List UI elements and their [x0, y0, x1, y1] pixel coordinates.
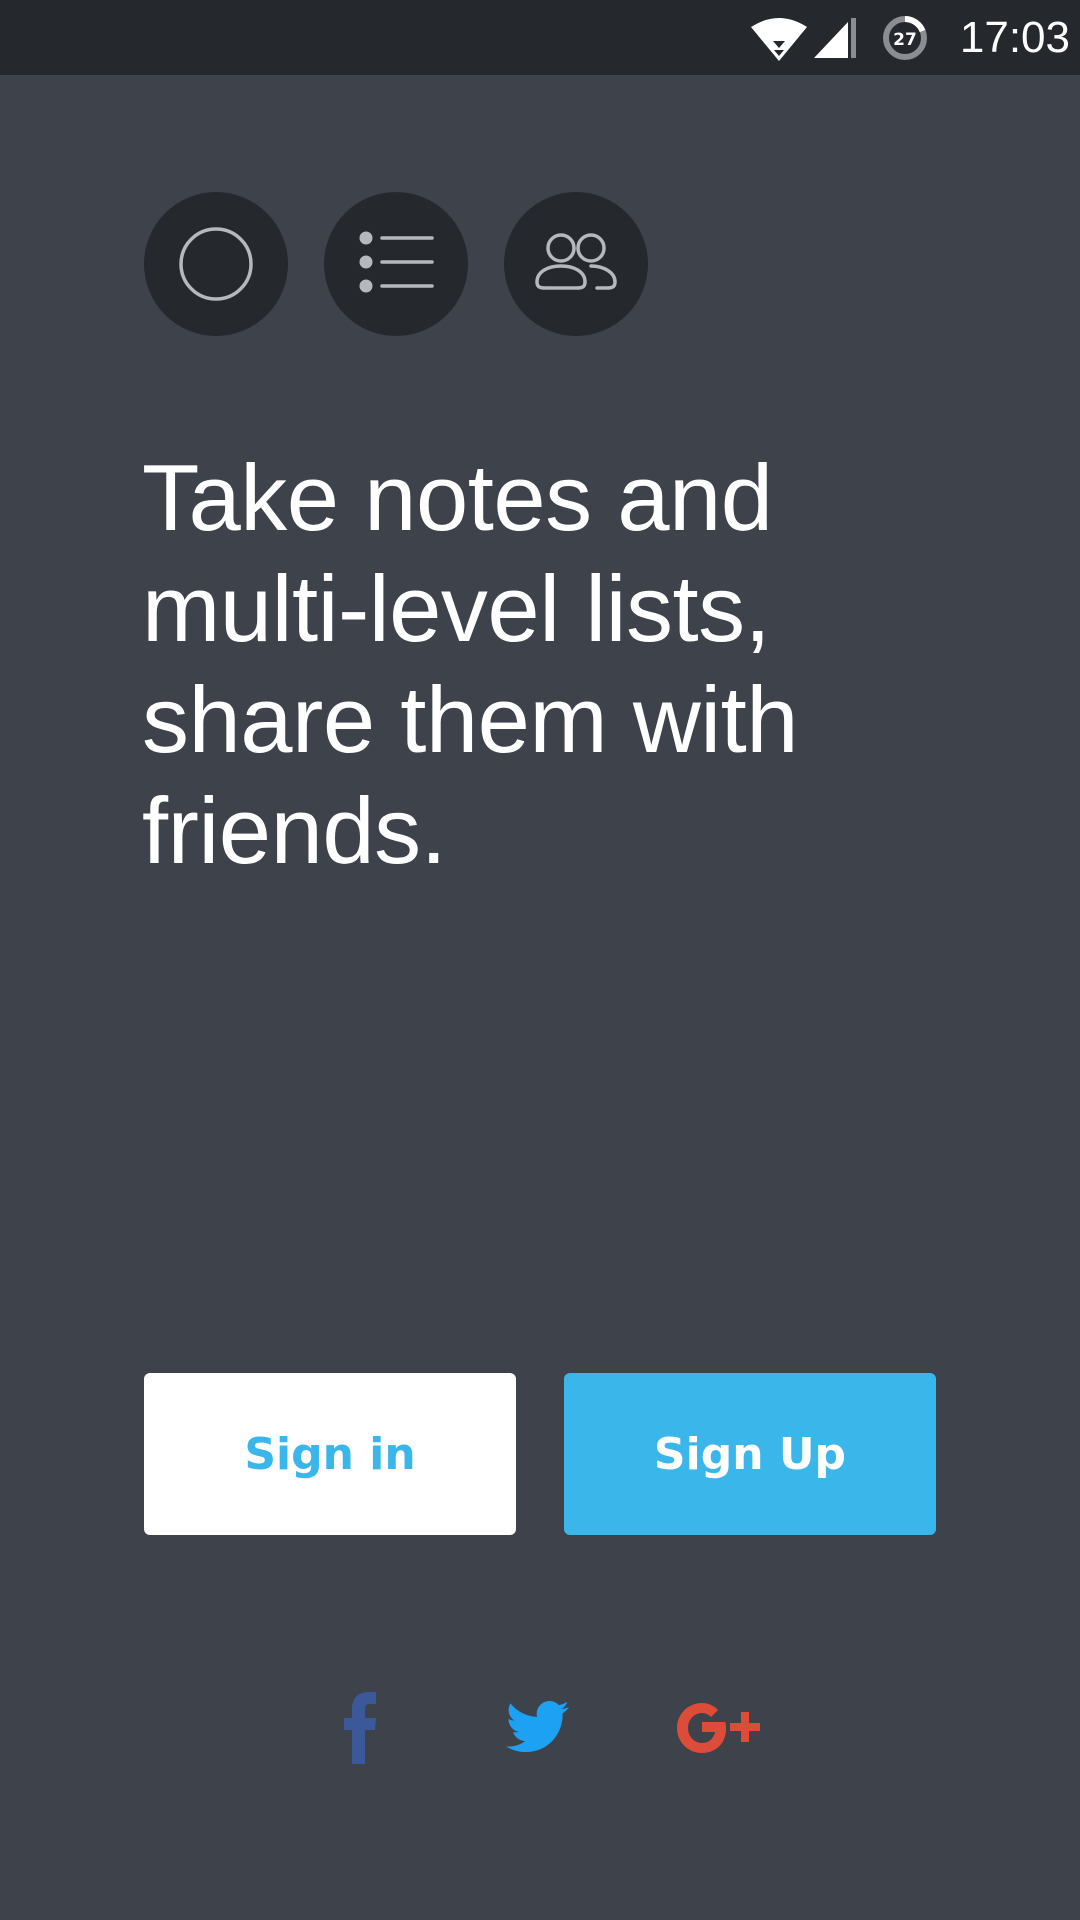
headline: Take notes and multi-level lists, share …	[142, 445, 799, 883]
google-plus-login-button[interactable]	[670, 1690, 770, 1766]
people-icon	[535, 233, 617, 290]
list-icon	[359, 231, 434, 293]
circle-icon	[179, 227, 253, 301]
google-plus-icon	[677, 1703, 760, 1753]
facebook-login-button[interactable]	[310, 1690, 410, 1766]
twitter-icon	[506, 1701, 569, 1753]
twitter-login-button[interactable]	[488, 1690, 588, 1766]
sign-in-button[interactable]: Sign in	[144, 1373, 516, 1535]
lists-feature-circle	[324, 192, 468, 336]
facebook-icon	[344, 1692, 376, 1764]
status-bar: 27 17:03	[0, 0, 1080, 75]
cell-signal-icon	[810, 0, 860, 75]
battery-level: 27	[893, 30, 917, 50]
sign-up-button[interactable]: Sign Up	[564, 1373, 936, 1535]
share-feature-circle	[504, 192, 648, 336]
status-time: 17:03	[959, 13, 1070, 62]
notes-feature-circle	[144, 192, 288, 336]
wifi-icon	[748, 0, 810, 75]
battery-saver-icon: 27	[878, 0, 932, 75]
